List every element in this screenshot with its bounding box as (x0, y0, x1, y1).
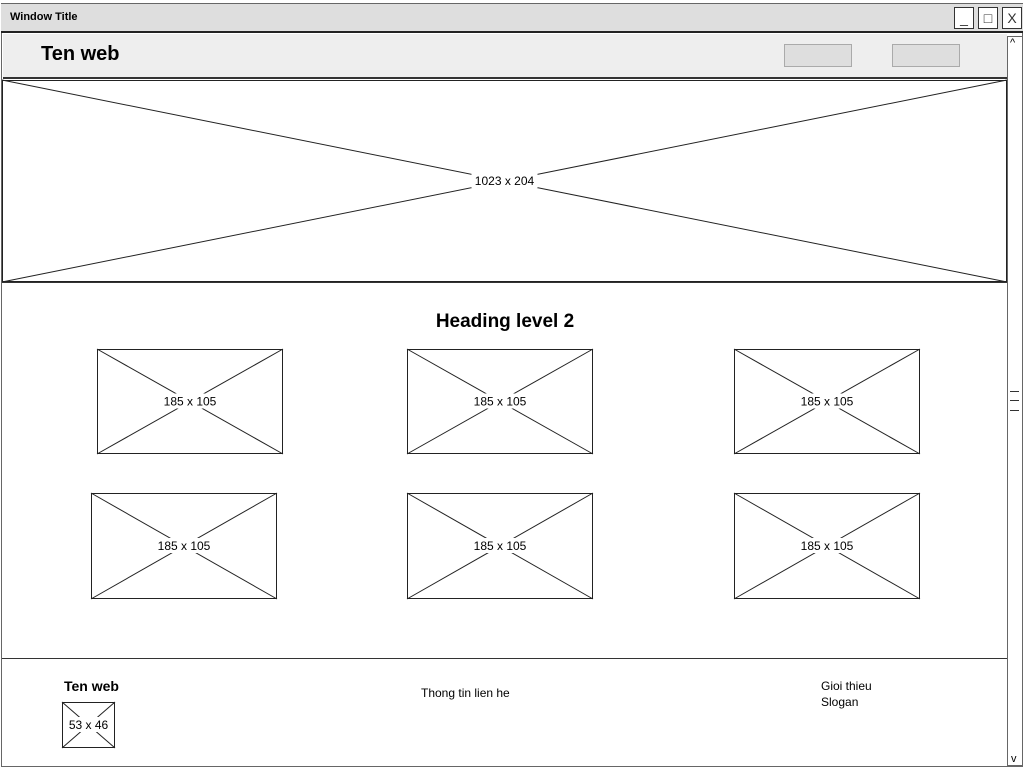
placeholder-size-label: 185 x 105 (801, 395, 854, 409)
placeholder-size-label: 185 x 105 (801, 539, 854, 553)
placeholder-size-label: 1023 x 204 (475, 174, 535, 188)
thumbnail-placeholder: 185 x 105 (406, 348, 594, 455)
footer-slogan: Slogan (821, 695, 859, 709)
placeholder-size-label: 185 x 105 (474, 395, 527, 409)
window-title: Window Title (10, 11, 78, 23)
title-bar (1, 4, 1023, 33)
nav-button-1[interactable] (784, 44, 852, 67)
scroll-grip[interactable] (1010, 410, 1019, 411)
scroll-down-icon[interactable]: v (1011, 753, 1017, 765)
section-heading: Heading level 2 (435, 311, 575, 332)
thumbnail-placeholder: 185 x 105 (406, 492, 594, 600)
vertical-scrollbar[interactable]: ^ v (1007, 36, 1023, 766)
maximize-button[interactable]: □ (978, 7, 998, 29)
thumbnail-placeholder: 185 x 105 (733, 348, 921, 455)
nav-button-2[interactable] (892, 44, 960, 67)
footer-logo-placeholder: 53 x 46 (61, 701, 116, 749)
placeholder-size-label: 185 x 105 (158, 539, 211, 553)
site-name: Ten web (41, 43, 120, 65)
site-header (3, 34, 1007, 79)
minimize-button[interactable]: _ (954, 7, 974, 29)
scroll-grip[interactable] (1010, 400, 1019, 401)
close-button[interactable]: X (1002, 7, 1022, 29)
footer-contact: Thong tin lien he (421, 686, 510, 700)
divider (2, 282, 1007, 283)
placeholder-size-label: 53 x 46 (69, 718, 109, 732)
scroll-up-icon[interactable]: ^ (1010, 37, 1015, 49)
scroll-grip[interactable] (1010, 391, 1019, 392)
hero-image-placeholder: 1023 x 204 (1, 79, 1008, 283)
footer-site-name: Ten web (64, 678, 119, 694)
thumbnail-placeholder: 185 x 105 (96, 348, 284, 455)
placeholder-size-label: 185 x 105 (474, 539, 527, 553)
thumbnail-placeholder: 185 x 105 (733, 492, 921, 600)
thumbnail-placeholder: 185 x 105 (90, 492, 278, 600)
footer-about: Gioi thieu (821, 679, 872, 693)
divider (2, 658, 1007, 659)
placeholder-size-label: 185 x 105 (164, 395, 217, 409)
